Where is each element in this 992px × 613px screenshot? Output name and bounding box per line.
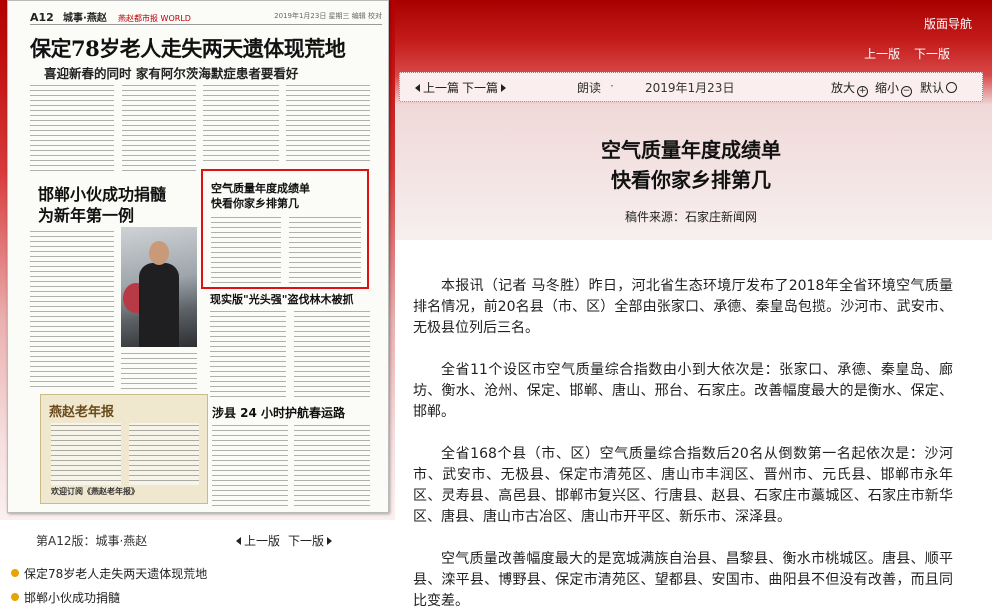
paper-highlighted-article[interactable]: 空气质量年度成绩单 快看你家乡排第几 [201,169,369,289]
article-list: 保定78岁老人走失两天遗体现荒地 邯郸小伙成功捐髓 [0,565,395,613]
paper-headline-second-line2: 为新年第一例 [38,206,135,225]
article-date: 2019年1月23日 [645,81,735,95]
zoom-in-button[interactable]: 放大 + [831,79,869,97]
next-article-link[interactable]: 下一篇 [462,79,509,96]
zoom-default-button[interactable]: 默认 [920,79,958,96]
paper-text-block [203,83,279,165]
ad-title: 燕赵老年报 [49,405,115,420]
page-navigation: 第A12版：城事·燕赵 上一版 下一版 [0,530,395,550]
article-list-item-title: 邯郸小伙成功捐髓 [24,591,121,605]
article-body: 本报讯（记者 马冬胜）昨日，河北省生态环境厅发布了2018年全省环境空气质量排名… [413,276,953,613]
paper-text-block [30,229,114,389]
article-paragraph: 空气质量改善幅度最大的是宽城满族自治县、昌黎县、衡水市桃城区。唐县、顺平县、滦平… [413,551,953,609]
prev-article-link[interactable]: 上一篇 [412,79,459,96]
paper-text-block [30,83,114,175]
paper-brand: 燕赵都市报 WORLD [118,14,191,23]
paper-header: A12 城事·燕赵 燕赵都市报 WORLD 2019年1月23日 星期三 编辑 … [30,9,382,25]
paper-headline-main[interactable]: 保定78岁老人走失两天遗体现荒地 [30,33,346,63]
article-paragraph: 本报讯（记者 马冬胜）昨日，河北省生态环境厅发布了2018年全省环境空气质量排名… [413,278,953,336]
paper-text-block [212,423,288,507]
article-source: 稿件来源：石家庄新闻网 [624,210,757,224]
prev-page-link[interactable]: 上一版 [233,532,280,549]
paper-text-block [289,215,361,283]
zoom-out-label: 缩小 [875,81,900,95]
circle-icon [946,82,958,93]
newspaper-page-thumbnail[interactable]: A12 城事·燕赵 燕赵都市报 WORLD 2019年1月23日 星期三 编辑 … [7,0,389,513]
ad-text-block [129,423,199,485]
paper-category: 城事·燕赵 [63,13,107,24]
paper-page-number: A12 [30,11,54,24]
next-page-link[interactable]: 下一版 [288,532,335,549]
article-title-line2: 快看你家乡排第几 [611,168,771,192]
article-paragraph: 全省168个县（市、区）空气质量综合指数后20名从倒数第一名起依次是：沙河市、武… [413,446,953,525]
paper-text-block [294,309,370,397]
next-page-label: 下一版 [288,534,325,548]
plus-circle-icon: + [857,86,869,97]
paper-headline-fourth[interactable]: 涉县 24 小时护航春运路 [212,404,345,421]
article-title-line1: 空气质量年度成绩单 [601,138,781,162]
prev-article-label: 上一篇 [423,81,460,95]
prev-page-label: 上一版 [244,534,281,548]
paper-boxed-headline-line1: 空气质量年度成绩单 [211,182,310,195]
arrow-left-icon [415,84,420,92]
left-panel: A12 城事·燕赵 燕赵都市报 WORLD 2019年1月23日 星期三 编辑 … [0,0,395,613]
arrow-right-icon [501,84,507,92]
minus-circle-icon: − [901,86,913,97]
paper-advertisement: 燕赵老年报 欢迎订阅《燕赵老年报》 [40,394,208,504]
arrow-left-icon [236,537,241,545]
edition-label: 第A12版：城事·燕赵 [36,534,148,548]
paper-text-block [294,423,370,507]
read-aloud-button[interactable]: 朗读 [577,79,601,96]
paper-boxed-headline-line2: 快看你家乡排第几 [211,197,299,210]
bullet-icon [11,569,19,577]
article-paragraph: 全省11个设区市空气质量综合指数由小到大依次是：张家口、承德、秦皇岛、廊坊、衡水… [413,362,953,420]
article-list-item-title: 保定78岁老人走失两天遗体现荒地 [24,567,208,581]
paper-header-right: 2019年1月23日 星期三 编辑 校对 [274,12,382,20]
next-article-label: 下一篇 [462,81,499,95]
prev-edition-link[interactable]: 上一版 [864,47,900,61]
zoom-in-label: 放大 [831,81,856,95]
layout-navigation-link[interactable]: 版面导航 [924,15,972,32]
toolbar-separator: · [610,79,614,93]
paper-text-block [121,351,197,389]
photo-person-body [139,263,179,347]
right-header-background [395,0,992,240]
next-edition-link[interactable]: 下一版 [914,47,950,61]
zoom-default-label: 默认 [920,81,945,95]
paper-photo [121,227,197,347]
paper-subhead-main: 喜迎新春的同时 家有阿尔茨海默症患者要看好 [44,66,299,81]
paper-headline-second[interactable]: 邯郸小伙成功捐髓 为新年第一例 [38,184,166,226]
edition-switcher: 上一版 下一版 [854,45,950,62]
paper-headline-third[interactable]: 现实版"光头强"盗伐林木被抓 [210,291,353,307]
paper-text-block [210,309,286,397]
zoom-out-button[interactable]: 缩小 − [875,79,913,97]
photo-person-face [149,241,169,265]
paper-headline-second-line1: 邯郸小伙成功捐髓 [38,185,167,204]
ad-text-block [51,423,121,485]
paper-text-block [122,83,196,175]
right-panel: 版面导航 上一版 下一版 上一篇 下一篇 朗读 · 2019年1月23日 放大 +… [395,0,992,613]
paper-text-block [211,215,281,283]
article-toolbar: 上一篇 下一篇 朗读 · 2019年1月23日 放大 + 缩小 − 默认 [399,72,983,102]
article-list-item[interactable]: 邯郸小伙成功捐髓 [0,589,395,613]
bullet-icon [11,593,19,601]
article-list-item[interactable]: 保定78岁老人走失两天遗体现荒地 [0,565,395,589]
paper-text-block [286,83,370,165]
ad-footer: 欢迎订阅《燕赵老年报》 [51,487,139,496]
arrow-right-icon [327,537,333,545]
paper-boxed-headline: 空气质量年度成绩单 快看你家乡排第几 [211,181,310,211]
